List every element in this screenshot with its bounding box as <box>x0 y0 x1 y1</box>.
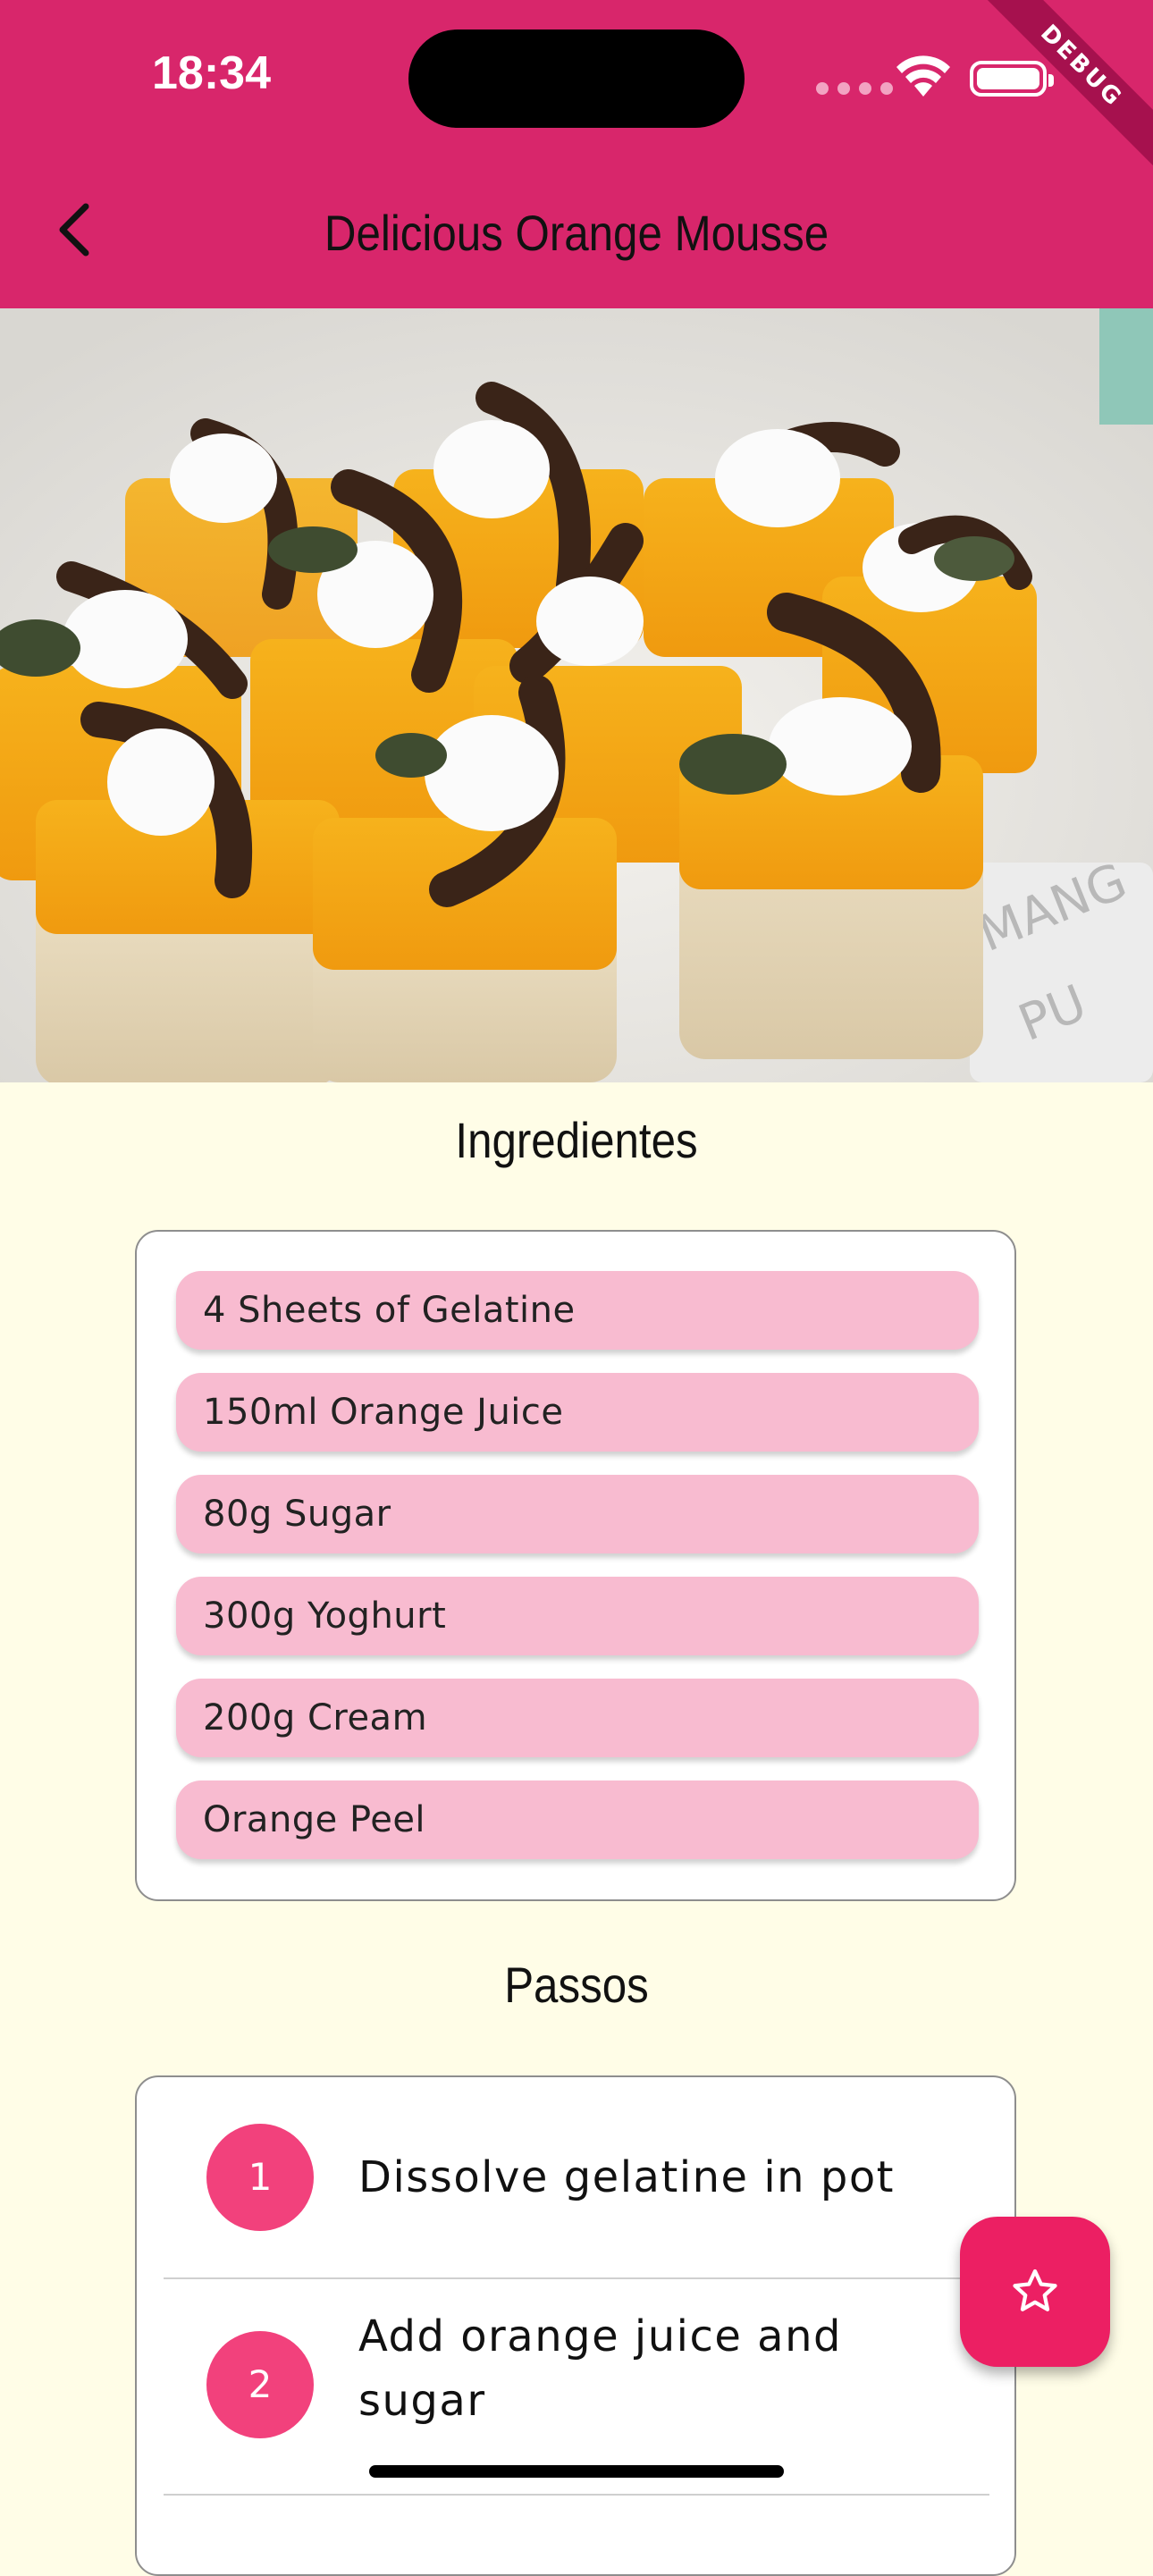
ingredients-heading: Ingredientes <box>455 1112 698 1168</box>
step-number-badge: 1 <box>206 2124 314 2231</box>
step-number-badge: 2 <box>206 2331 314 2438</box>
step-row[interactable]: 1 Dissolve gelatine in pot <box>164 2077 989 2277</box>
dynamic-island <box>408 29 745 128</box>
wifi-icon <box>896 55 950 97</box>
steps-heading: Passos <box>504 1957 649 2013</box>
app-bar: 18:34 DEBUG Delicious Orange Mousse <box>0 0 1153 308</box>
status-time: 18:34 <box>152 47 271 99</box>
step-text: Add orange juice and sugar <box>358 2311 842 2426</box>
ingredient-chip[interactable]: Orange Peel <box>176 1780 979 1859</box>
steps-card: 1 Dissolve gelatine in pot 2 Add orange … <box>135 2075 1016 2576</box>
cellular-signal-icon <box>816 82 893 95</box>
ingredient-chip[interactable]: 150ml Orange Juice <box>176 1373 979 1452</box>
ingredient-chip[interactable]: 200g Cream <box>176 1679 979 1757</box>
ingredient-chip[interactable]: 300g Yoghurt <box>176 1577 979 1655</box>
ingredient-chip[interactable]: 4 Sheets of Gelatine <box>176 1271 979 1350</box>
ingredient-chip[interactable]: 80g Sugar <box>176 1475 979 1553</box>
page-title: Delicious Orange Mousse <box>324 205 829 261</box>
battery-icon <box>970 61 1054 97</box>
favorite-button[interactable] <box>960 2217 1110 2367</box>
step-divider <box>164 2494 989 2496</box>
ingredients-card: 4 Sheets of Gelatine 150ml Orange Juice … <box>135 1230 1016 1901</box>
star-outline-icon <box>1013 2269 1057 2311</box>
step-text: Dissolve gelatine in pot <box>358 2152 895 2202</box>
recipe-photo: MANG PU <box>0 308 1153 1082</box>
home-indicator[interactable] <box>369 2465 784 2478</box>
step-row[interactable]: 2 Add orange juice and sugar <box>164 2279 989 2494</box>
